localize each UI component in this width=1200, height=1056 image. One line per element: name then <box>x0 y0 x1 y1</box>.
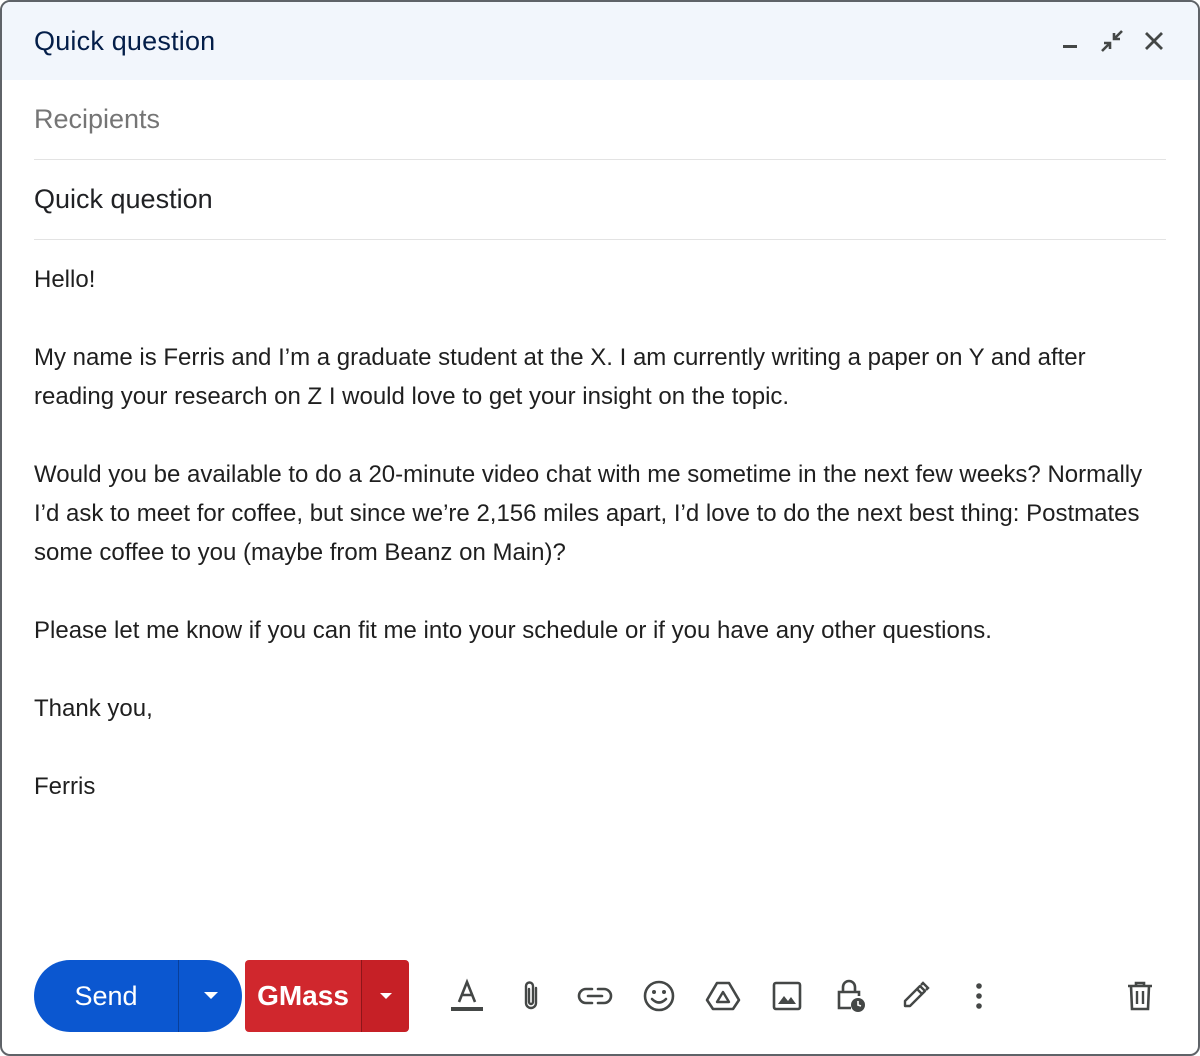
exit-fullscreen-button[interactable] <box>1098 27 1126 55</box>
minimize-icon <box>1063 45 1077 48</box>
gmass-button[interactable]: GMass <box>245 960 361 1032</box>
subject-row <box>34 160 1166 240</box>
body-paragraph: Hello! <box>34 266 96 293</box>
gmass-options-button[interactable] <box>361 960 409 1032</box>
emoji-icon <box>643 980 675 1012</box>
window-controls <box>1056 27 1168 55</box>
formatting-tools <box>435 968 1011 1024</box>
compose-title: Quick question <box>34 25 216 56</box>
insert-link-button[interactable] <box>563 968 627 1024</box>
insert-signature-button[interactable] <box>883 968 947 1024</box>
more-options-icon <box>976 983 982 1009</box>
body-paragraph: Thank you, <box>34 695 153 722</box>
attach-icon <box>524 981 538 1010</box>
compose-header: Quick question <box>2 2 1198 80</box>
attach-files-button[interactable] <box>499 968 563 1024</box>
message-body[interactable]: Hello! My name is Ferris and I’m a gradu… <box>2 240 1198 806</box>
compose-toolbar: Send GMass <box>34 960 1168 1032</box>
body-paragraph: Would you be available to do a 20-minute… <box>34 461 1143 566</box>
confidential-icon <box>837 979 865 1012</box>
more-options-button[interactable] <box>947 968 1011 1024</box>
caret-down-icon <box>379 993 392 999</box>
recipients-input[interactable] <box>34 104 1166 135</box>
compose-window: Quick question Recipients Quick question… <box>0 0 1200 1056</box>
photo-icon <box>772 981 802 1011</box>
format-text-icon <box>451 978 483 1011</box>
subject-input[interactable] <box>34 184 1166 215</box>
body-paragraph: Please let me know if you can fit me int… <box>34 617 992 644</box>
send-button[interactable]: Send <box>34 960 178 1032</box>
insert-emoji-button[interactable] <box>627 968 691 1024</box>
caret-down-icon <box>203 992 218 999</box>
close-button[interactable] <box>1140 27 1168 55</box>
close-icon <box>1145 32 1163 50</box>
gmass-button-group: GMass <box>245 960 409 1032</box>
exit-fullscreen-icon <box>1101 30 1123 52</box>
confidential-mode-button[interactable] <box>819 968 883 1024</box>
minimize-button[interactable] <box>1056 27 1084 55</box>
drive-icon <box>705 981 741 1011</box>
formatting-options-button[interactable] <box>435 968 499 1024</box>
recipients-row <box>34 80 1166 160</box>
insert-photo-button[interactable] <box>755 968 819 1024</box>
trash-icon <box>1128 981 1152 1011</box>
link-icon <box>577 987 613 1005</box>
signature-icon <box>903 981 930 1008</box>
send-button-group: Send <box>34 960 242 1032</box>
send-options-button[interactable] <box>178 960 242 1032</box>
discard-draft-button[interactable] <box>1112 968 1168 1024</box>
insert-drive-file-button[interactable] <box>691 968 755 1024</box>
body-paragraph: My name is Ferris and I’m a graduate stu… <box>34 344 1086 410</box>
body-paragraph: Ferris <box>34 773 96 800</box>
